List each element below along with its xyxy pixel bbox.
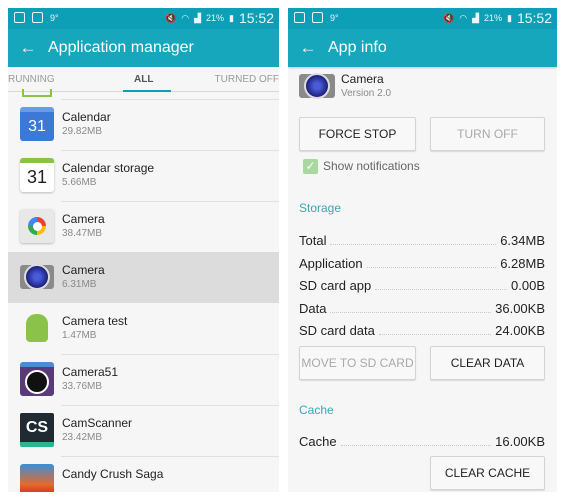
storage-label: Data [299,301,327,316]
storage-row-sd-card-app: SD card app 0.00B [299,275,545,293]
clock: 15:52 [516,10,552,26]
app-version: Version 2.0 [341,88,392,99]
app-bar: ← App info [288,29,557,67]
storage-label: SD card data [299,323,375,338]
force-stop-button[interactable]: FORCE STOP [299,117,416,151]
status-bar: 9° 🔇 ◠ ▟ 21% ▮ 15:52 [288,8,557,29]
storage-label: Total [299,233,327,248]
app-name: Camera [62,212,105,226]
wifi-icon: ◠ [459,12,468,23]
signal-icon: ▟ [194,12,201,23]
app-name: Calendar storage [62,161,155,175]
app-size: 1.47MB [62,330,97,341]
gallery-icon [294,12,305,23]
wifi-icon: ◠ [181,12,190,23]
battery-icon: ▮ [507,12,512,23]
app-bar: ← Application manager [8,29,279,67]
storage-header: Storage [299,201,342,215]
tab-all[interactable]: ALL [134,74,153,85]
instagram-icon [14,12,25,23]
back-arrow-icon[interactable]: ← [288,38,328,58]
clock: 15:52 [238,10,274,26]
turn-off-button[interactable]: TURN OFF [430,117,545,151]
google-camera-icon [20,209,54,243]
clear-data-button[interactable]: CLEAR DATA [430,346,545,380]
google-calendar-icon: 31 [20,107,54,141]
storage-label: Application [299,256,363,271]
app-size: 29.82MB [62,126,103,137]
cache-header: Cache [299,403,334,417]
candy-crush-icon [20,464,54,492]
list-item[interactable]: 31 Calendar 29.82MB [8,99,279,150]
storage-row-total: Total 6.34MB [299,230,545,248]
app-size: 23.42MB [62,432,103,443]
app-name: Camera51 [62,365,119,379]
list-item[interactable]: Camera51 33.76MB [8,354,279,405]
cache-value: 16.00KB [495,434,545,449]
storage-value: 6.34MB [500,233,545,248]
list-item[interactable]: 31 Calendar storage 5.66MB [8,150,279,201]
storage-value: 0.00B [511,278,545,293]
signal-icon: ▟ [472,12,479,23]
app-size: 33.76MB [62,381,103,392]
camscanner-icon: CS [20,413,54,447]
app-info-screen: 9° 🔇 ◠ ▟ 21% ▮ 15:52 ← App info Camera V… [288,8,557,492]
list-item[interactable]: Camera test 1.47MB [8,303,279,354]
app-name: CamScanner [62,416,133,430]
show-notifications-label: Show notifications [323,159,420,173]
storage-row-sd-card-data: SD card data 24.00KB [299,320,545,338]
temperature: 9° [50,12,59,23]
app-size: 38.47MB [62,228,103,239]
cache-label: Cache [299,434,337,449]
instagram-icon [312,12,323,23]
storage-row-application: Application 6.28MB [299,253,545,271]
samsung-camera-icon [299,73,335,99]
storage-value: 24.00KB [495,323,545,338]
list-item[interactable]: Camera 38.47MB [8,201,279,252]
app-name: Camera test [62,314,128,328]
cache-row: Cache 16.00KB [299,431,545,449]
application-manager-screen: 9° 🔇 ◠ ▟ 21% ▮ 15:52 ← Application manag… [8,8,279,492]
app-size: 5.66MB [62,177,97,188]
list-item-selected[interactable]: Camera 6.31MB [8,252,279,303]
page-title: Application manager [48,39,194,56]
android-icon [20,311,54,345]
battery-percent: 21% [483,13,502,23]
samsung-camera-icon [20,264,54,290]
app-list[interactable]: 31 Calendar 29.82MB 31 Calendar storage … [8,89,279,492]
mute-icon: 🔇 [442,12,455,23]
app-name: Camera [341,72,384,86]
storage-value: 36.00KB [495,301,545,316]
gallery-icon [32,12,43,23]
storage-value: 6.28MB [500,256,545,271]
list-item[interactable]: Candy Crush Saga [8,456,279,492]
mute-icon: 🔇 [164,12,177,23]
storage-label: SD card app [299,278,372,293]
back-arrow-icon[interactable]: ← [8,38,48,58]
show-notifications-checkbox[interactable]: ✓ [303,159,318,174]
status-bar: 9° 🔇 ◠ ▟ 21% ▮ 15:52 [8,8,279,29]
tab-turned-off[interactable]: TURNED OFF [215,74,279,85]
camera51-icon [20,362,54,396]
battery-icon: ▮ [229,12,234,23]
partial-list-item [8,89,279,99]
move-to-sd-card-button[interactable]: MOVE TO SD CARD [299,346,416,380]
storage-row-data: Data 36.00KB [299,298,545,316]
tab-running[interactable]: RUNNING [8,74,55,85]
app-name: Candy Crush Saga [62,467,164,481]
app-name: Camera [62,263,105,277]
clear-cache-button[interactable]: CLEAR CACHE [430,456,545,490]
app-name: Calendar [62,110,111,124]
battery-percent: 21% [205,13,224,23]
list-item[interactable]: CS CamScanner 23.42MB [8,405,279,456]
temperature: 9° [330,12,339,23]
app-size: 6.31MB [62,279,97,290]
calendar-storage-icon: 31 [20,158,54,192]
page-title: App info [328,39,387,56]
